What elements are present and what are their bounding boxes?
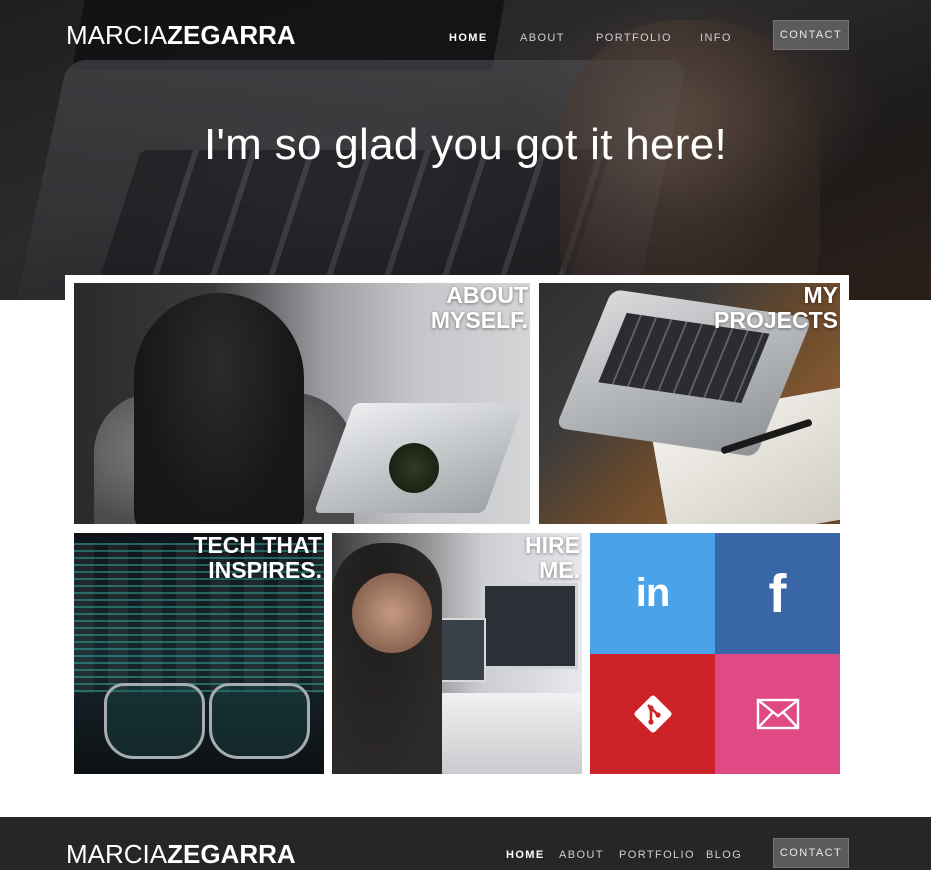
tile-tech[interactable]: TECH THAT INSPIRES. — [74, 533, 324, 774]
footer-nav-about[interactable]: ABOUT — [559, 849, 604, 861]
footer-logo-last-name: ZEGARRA — [167, 839, 296, 869]
header-nav: MARCIAZEGARRA HOME ABOUT PORTFOLIO INFO … — [0, 18, 931, 58]
logo-first-name: MARCIA — [66, 20, 168, 50]
footer-logo[interactable]: MARCIAZEGARRA — [66, 839, 296, 870]
email-button[interactable] — [715, 654, 840, 774]
tile-projects[interactable]: MY PROJECTS — [539, 283, 840, 524]
tile-tech-title: TECH THAT INSPIRES. — [193, 533, 322, 583]
footer-contact-button[interactable]: CONTACT — [773, 838, 849, 868]
linkedin-button[interactable]: in — [590, 533, 715, 654]
footer-nav-blog[interactable]: BLOG — [706, 849, 742, 861]
tile-hire[interactable]: HIRE ME. — [332, 533, 582, 774]
nav-info[interactable]: INFO — [700, 32, 732, 44]
facebook-icon: f — [768, 563, 787, 624]
linkedin-icon: in — [635, 571, 671, 615]
nav-portfolio[interactable]: PORTFOLIO — [596, 32, 672, 44]
tile-about[interactable]: ABOUT MYSELF. — [74, 283, 530, 524]
git-icon — [633, 695, 672, 733]
tech-glasses-left-shape — [104, 683, 205, 759]
nav-home[interactable]: HOME — [449, 32, 488, 44]
tile-about-title: ABOUT MYSELF. — [430, 283, 528, 333]
git-button[interactable] — [590, 654, 715, 774]
footer-bar: MARCIAZEGARRA HOME ABOUT PORTFOLIO BLOG … — [0, 817, 931, 870]
tile-projects-title: MY PROJECTS — [714, 283, 838, 333]
hire-monitor-shape — [482, 583, 578, 669]
footer-logo-first-name: MARCIA — [66, 839, 168, 869]
hire-face-shape — [352, 573, 432, 653]
mail-icon — [756, 698, 799, 730]
about-head-shape — [134, 293, 304, 524]
footer-nav-portfolio[interactable]: PORTFOLIO — [619, 849, 695, 861]
hero-heading: I'm so glad you got it here! — [203, 120, 728, 169]
nav-about[interactable]: ABOUT — [520, 32, 565, 44]
hire-desk-shape — [422, 693, 582, 774]
site-logo[interactable]: MARCIAZEGARRA — [66, 20, 296, 51]
about-plant-shape — [389, 443, 439, 493]
logo-last-name: ZEGARRA — [167, 20, 296, 50]
tile-hire-title: HIRE ME. — [525, 533, 580, 583]
contact-button[interactable]: CONTACT — [773, 20, 849, 50]
footer-nav-home[interactable]: HOME — [506, 849, 545, 861]
facebook-button[interactable]: f — [715, 533, 840, 654]
tech-glasses-right-shape — [209, 683, 310, 759]
